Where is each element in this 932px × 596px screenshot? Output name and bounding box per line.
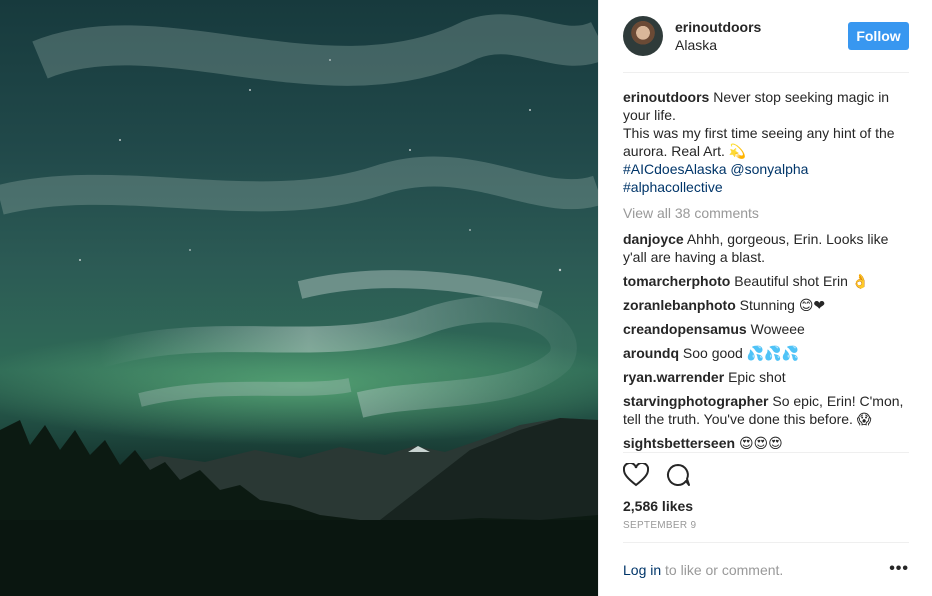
comment-text: 😍😍😍 [738, 435, 783, 451]
comment-username[interactable]: creandopensamus [623, 321, 747, 337]
comment-text: Ahhh, gorgeous, Erin. Looks like [686, 231, 889, 247]
comment-username[interactable]: aroundq [623, 345, 679, 361]
comment-text: Beautiful shot Erin 👌 [734, 273, 870, 289]
comment-item: zoranlebanphoto Stunning 😊❤ [623, 296, 909, 314]
heart-icon[interactable] [622, 461, 650, 493]
comment-text-cont: tell the truth. You've done this before.… [623, 411, 872, 427]
action-icons [622, 453, 909, 493]
comment-username[interactable]: tomarcherphoto [623, 273, 730, 289]
view-all-comments-link[interactable]: View all 38 comments [623, 204, 909, 222]
comment-text-cont: y'all are having a blast. [623, 249, 765, 265]
post-header: erinoutdoors Alaska Follow [599, 0, 932, 72]
comment-username[interactable]: ryan.warrender [623, 369, 724, 385]
caption-hashtags-line2[interactable]: #alphacollective [623, 178, 909, 196]
post-actions: 2,586 likes SEPTEMBER 9 Log in to like o… [622, 452, 909, 594]
author-username[interactable]: erinoutdoors [675, 18, 761, 36]
comment-text: Stunning 😊❤ [739, 297, 826, 313]
login-prompt: Log in to like or comment. [623, 562, 783, 578]
comment-text: Woweee [750, 321, 805, 337]
comment-username[interactable]: danjoyce [623, 231, 684, 247]
comment-item: sightsbetterseen 😍😍😍 [623, 434, 909, 452]
caption-text-line1: Never stop seeking magic in [713, 89, 890, 105]
more-options-icon[interactable]: ••• [889, 560, 909, 578]
caption: erinoutdoors Never stop seeking magic in… [623, 88, 909, 196]
post-photo[interactable] [0, 0, 598, 596]
login-link[interactable]: Log in [623, 562, 661, 578]
follow-button[interactable]: Follow [848, 22, 909, 50]
comment-username[interactable]: sightsbetterseen [623, 435, 735, 451]
comment-item: ryan.warrender Epic shot [623, 368, 909, 386]
post-sidebar: erinoutdoors Alaska Follow erinoutdoors … [598, 0, 932, 596]
caption-text-line4: aurora. Real Art. 💫 [623, 143, 747, 159]
avatar[interactable] [623, 16, 663, 56]
comment-icon[interactable] [665, 463, 691, 493]
login-prompt-row: Log in to like or comment. ••• [623, 542, 909, 578]
post-date[interactable]: SEPTEMBER 9 [623, 520, 909, 531]
caption-username[interactable]: erinoutdoors [623, 89, 709, 105]
location-link[interactable]: Alaska [675, 36, 761, 54]
comment-item: creandopensamus Woweee [623, 320, 909, 338]
comment-username[interactable]: starvingphotographer [623, 393, 768, 409]
post: erinoutdoors Alaska Follow erinoutdoors … [0, 0, 932, 596]
author-info: erinoutdoors Alaska [675, 18, 761, 54]
comment-item: starvingphotographer So epic, Erin! C'mo… [623, 392, 909, 428]
comment-item: danjoyce Ahhh, gorgeous, Erin. Looks lik… [623, 230, 909, 266]
comment-text: So epic, Erin! C'mon, [772, 393, 904, 409]
comment-text: Soo good 💦💦💦 [682, 345, 800, 361]
comment-text: Epic shot [728, 369, 786, 385]
comment-item: tomarcherphoto Beautiful shot Erin 👌 [623, 272, 909, 290]
comments-section: erinoutdoors Never stop seeking magic in… [623, 72, 909, 452]
login-prompt-text: to like or comment. [661, 562, 784, 578]
likes-count[interactable]: 2,586 likes [623, 497, 909, 515]
caption-text-line2: your life. [623, 107, 676, 123]
caption-hashtags-line1[interactable]: #AICdoesAlaska @sonyalpha [623, 160, 909, 178]
aurora-landscape-image [0, 14, 598, 596]
caption-text-line3: This was my first time seeing any hint o… [623, 125, 895, 141]
comment-username[interactable]: zoranlebanphoto [623, 297, 736, 313]
comment-item: aroundq Soo good 💦💦💦 [623, 344, 909, 362]
